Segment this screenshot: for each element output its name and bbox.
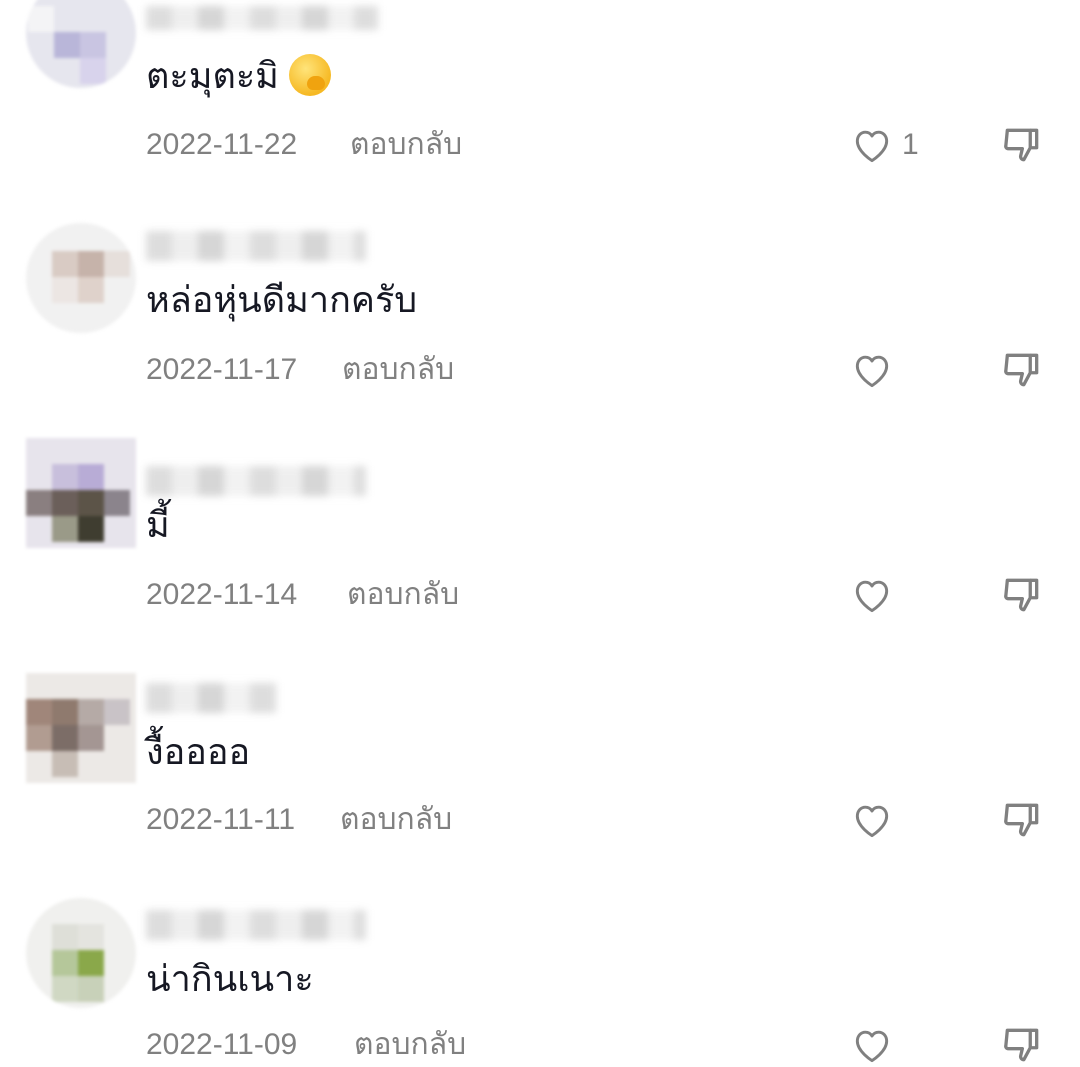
thumbs-down-outline-icon <box>1004 128 1039 162</box>
comment-item: มี้ 2022-11-14 ตอบกลับ <box>0 388 1080 613</box>
heart-outline-icon <box>855 805 889 838</box>
username-redacted[interactable] <box>146 231 366 261</box>
heart-outline-icon <box>855 580 889 613</box>
dislike-button[interactable] <box>1000 798 1044 842</box>
thumbs-down-outline-icon <box>1004 578 1039 612</box>
comment-text: น่ากินเนาะ <box>146 959 314 1000</box>
comment-item: งื้ออออ 2022-11-11 ตอบกลับ <box>0 613 1080 838</box>
heart-outline-icon <box>855 355 889 388</box>
like-button[interactable] <box>850 348 894 392</box>
comment-item: หล่อหุ่นดีมากครับ 2022-11-17 ตอบกลับ <box>0 163 1080 388</box>
avatar[interactable] <box>26 898 136 1008</box>
face-with-hand-over-mouth-icon <box>288 54 331 96</box>
comment-date: 2022-11-14 <box>146 578 298 611</box>
dislike-button[interactable] <box>1000 1023 1044 1067</box>
dislike-button[interactable] <box>1000 123 1044 167</box>
dislike-button[interactable] <box>1000 573 1044 617</box>
like-button[interactable] <box>850 1023 894 1067</box>
thumbs-down-outline-icon <box>1004 803 1039 837</box>
comment-text: ตะมุตะมิ <box>146 54 331 99</box>
reply-button[interactable]: ตอบกลับ <box>350 127 462 163</box>
avatar[interactable] <box>26 223 136 333</box>
like-button[interactable] <box>850 123 894 167</box>
comment-date: 2022-11-17 <box>146 353 298 386</box>
avatar[interactable] <box>26 0 136 88</box>
comment-date: 2022-11-22 <box>146 128 298 161</box>
avatar[interactable] <box>26 438 136 548</box>
username-redacted[interactable] <box>146 466 366 496</box>
reply-button[interactable]: ตอบกลับ <box>342 352 454 388</box>
avatar[interactable] <box>26 673 136 783</box>
comment-date: 2022-11-11 <box>146 803 296 836</box>
heart-outline-icon <box>855 130 889 163</box>
comment-text: งื้ออออ <box>146 732 251 773</box>
like-button[interactable] <box>850 573 894 617</box>
dislike-button[interactable] <box>1000 348 1044 392</box>
comment-date: 2022-11-09 <box>146 1028 298 1061</box>
comment-text-content: ตะมุตะมิ <box>146 56 279 97</box>
reply-button[interactable]: ตอบกลับ <box>340 802 452 838</box>
reply-button[interactable]: ตอบกลับ <box>354 1027 466 1063</box>
thumbs-down-outline-icon <box>1004 353 1039 387</box>
comment-item: น่ากินเนาะ 2022-11-09 ตอบกลับ <box>0 838 1080 1063</box>
reply-button[interactable]: ตอบกลับ <box>347 577 459 613</box>
username-redacted[interactable] <box>146 910 366 940</box>
like-button[interactable] <box>850 798 894 842</box>
comment-item: ตะมุตะมิ 2022-11-22 ตอบกลับ 1 <box>0 0 1080 163</box>
thumbs-down-outline-icon <box>1004 1028 1039 1062</box>
heart-outline-icon <box>855 1030 889 1063</box>
like-count: 1 <box>902 128 919 161</box>
username-redacted[interactable] <box>146 6 378 30</box>
comment-text: มี้ <box>146 505 170 546</box>
username-redacted[interactable] <box>146 683 276 713</box>
comment-text: หล่อหุ่นดีมากครับ <box>146 280 418 321</box>
